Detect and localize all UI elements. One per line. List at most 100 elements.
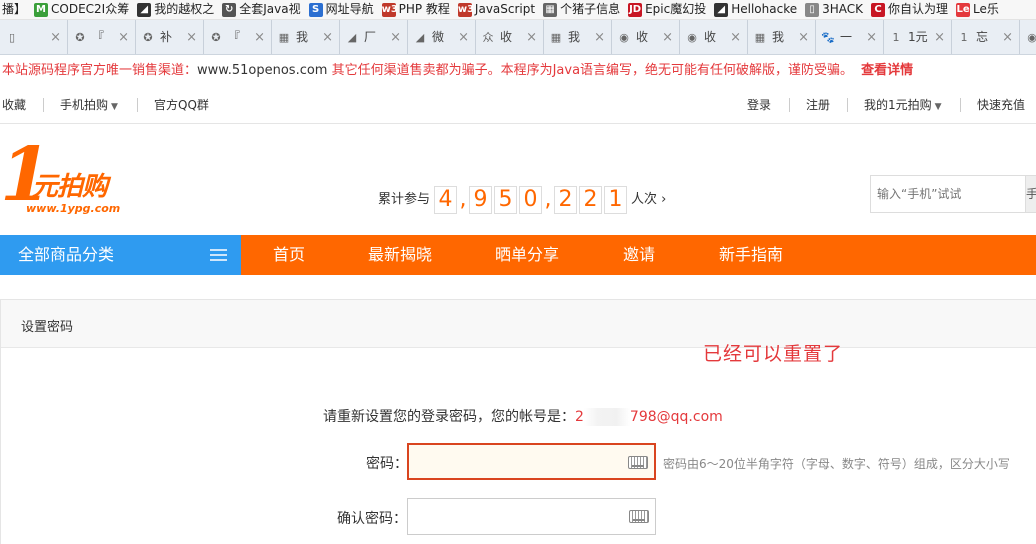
close-icon[interactable]: × (526, 20, 537, 54)
tab-label: 1元 (908, 30, 928, 44)
main-nav: 全部商品分类 首页 最新揭晓 晒单分享 邀请 新手指南 (0, 235, 1036, 275)
close-icon[interactable]: × (254, 20, 265, 54)
qq-group-link[interactable]: 官方QQ群 (154, 86, 209, 124)
counter-separator: , (459, 186, 467, 212)
account-info: 请重新设置您的登录密码，您的帐号是：2 798@qq.com (323, 406, 723, 426)
browser-tab[interactable]: 🐾 一 × (816, 20, 884, 54)
tab-label: 补 (160, 30, 173, 44)
close-icon[interactable]: × (50, 20, 61, 54)
close-icon[interactable]: × (1002, 20, 1013, 54)
counter-digit: 2 (554, 185, 578, 214)
tab-label: 『 (228, 30, 241, 44)
login-link[interactable]: 登录 (747, 86, 771, 124)
bookmark-item[interactable]: ↻ 全套Java视 (220, 0, 302, 19)
nav-share[interactable]: 晒单分享 (495, 235, 559, 275)
register-link[interactable]: 注册 (806, 86, 830, 124)
chrome-icon: ◉ (687, 31, 697, 44)
page-icon: ▯ (8, 31, 16, 44)
browser-tab[interactable]: ◢ 微 × (408, 20, 476, 54)
browser-tab[interactable]: ▯ × (0, 20, 68, 54)
confirm-password-input[interactable] (408, 499, 618, 534)
bookmark-label: 个猪子信息 (560, 2, 621, 16)
password-field (407, 443, 656, 480)
bookmark-label: CODEC2I众筹 (51, 2, 130, 16)
bookmark-item[interactable]: Le Le乐 (954, 0, 1001, 19)
bookmark-item[interactable]: 播】 (0, 0, 28, 19)
browser-tab[interactable]: ✪ 补 × (136, 20, 204, 54)
close-icon[interactable]: × (798, 20, 809, 54)
close-icon[interactable]: × (390, 20, 401, 54)
bookmark-item[interactable]: M CODEC2I众筹 (32, 0, 131, 19)
chrome-icon: ◉ (619, 31, 629, 44)
panel-header: 设置密码 (1, 300, 1036, 348)
bookmark-item[interactable]: ▯ 3HACK (803, 0, 865, 19)
grid-icon: ▦ (550, 31, 562, 44)
recharge-link[interactable]: 快速充值 (977, 86, 1025, 124)
bookmark-item[interactable]: JD Epic魔幻投 (626, 0, 708, 19)
counter-separator: , (544, 186, 552, 212)
browser-tab[interactable]: ▦ 我 × (748, 20, 816, 54)
nav-invite[interactable]: 邀请 (623, 235, 655, 275)
browser-tab[interactable]: 1 忘 × (952, 20, 1020, 54)
mobile-shop-link[interactable]: 手机拍购 ▼ (60, 86, 118, 126)
bookmark-item[interactable]: ▦ 个猪子信息 (541, 0, 622, 19)
tab-label: 收 (636, 30, 649, 44)
browser-tab[interactable]: 众收 × (476, 20, 544, 54)
tab-label: 收 (500, 30, 513, 44)
browser-tab[interactable]: ◢ 厂 × (340, 20, 408, 54)
nav-home[interactable]: 首页 (273, 235, 305, 275)
close-icon[interactable]: × (662, 20, 673, 54)
browser-tab[interactable]: ◉ 收 × (612, 20, 680, 54)
browser-tab[interactable]: ◉1元× (1020, 20, 1036, 54)
divider (43, 98, 44, 112)
crowd-icon: 众 (482, 31, 494, 44)
nav-latest-results[interactable]: 最新揭晓 (368, 235, 432, 275)
all-categories-button[interactable]: 全部商品分类 (0, 235, 241, 275)
all-categories-label: 全部商品分类 (18, 245, 115, 264)
close-icon[interactable]: × (118, 20, 129, 54)
browser-tab[interactable]: ✪ 『 × (68, 20, 136, 54)
my-shop-link[interactable]: 我的1元拍购 ▼ (864, 86, 942, 126)
tab-label: 厂 (364, 30, 377, 44)
close-icon[interactable]: × (934, 20, 945, 54)
close-icon[interactable]: × (458, 20, 469, 54)
bookmark-item[interactable]: ◢ 我的越权之 (135, 0, 216, 19)
browser-tab[interactable]: ✪ 『 × (204, 20, 272, 54)
bookmark-item[interactable]: w3JavaScript (456, 0, 537, 19)
search-button[interactable]: 手 (1025, 176, 1036, 212)
bookmark-item[interactable]: S 网址导航 (307, 0, 376, 19)
search-input[interactable] (871, 176, 1021, 212)
password-label: 密码： (366, 456, 408, 472)
keyboard-icon[interactable] (629, 510, 649, 523)
bookmark-item[interactable]: w3PHP 教程 (380, 0, 452, 19)
view-details-link[interactable]: 查看详情 (861, 63, 913, 78)
tab-label: 微 (432, 30, 445, 44)
bookmark-item[interactable]: C 你自认为理 (869, 0, 950, 19)
bookmark-label: 播】 (2, 2, 27, 16)
close-icon[interactable]: × (322, 20, 333, 54)
bookmark-item[interactable]: ◢ Hellohacke (712, 0, 799, 19)
browser-tab[interactable]: ▦ 我 × (544, 20, 612, 54)
account-email: 798@qq.com (629, 409, 723, 425)
site-logo[interactable]: 1 元拍购 www.1ypg.com (0, 136, 130, 216)
redaction-mask (583, 408, 630, 426)
logo-text: 元拍购 (32, 172, 108, 202)
nav-beginner-guide[interactable]: 新手指南 (719, 235, 783, 275)
password-input[interactable] (409, 445, 619, 478)
bookmark-label: PHP 教程 (398, 2, 450, 16)
close-icon[interactable]: × (866, 20, 877, 54)
counter-unit[interactable]: 人次 › (631, 192, 666, 207)
browser-tab[interactable]: ◉ 收 × (680, 20, 748, 54)
password-hint: 密码由6～20位半角字符（字母、数字、符号）组成，区分大小写 (663, 457, 1010, 471)
favorite-link[interactable]: 收藏 (2, 86, 26, 124)
close-icon[interactable]: × (730, 20, 741, 54)
hacker-icon: ◢ (347, 31, 357, 44)
tab-label: 『 (92, 30, 105, 44)
codec-icon: M (34, 2, 49, 17)
announcement-url[interactable]: www.51openos.com (197, 63, 327, 78)
close-icon[interactable]: × (594, 20, 605, 54)
keyboard-icon[interactable] (628, 456, 648, 469)
browser-tab[interactable]: 1 1元 × (884, 20, 952, 54)
close-icon[interactable]: × (186, 20, 197, 54)
browser-tab[interactable]: ▦ 我 × (272, 20, 340, 54)
